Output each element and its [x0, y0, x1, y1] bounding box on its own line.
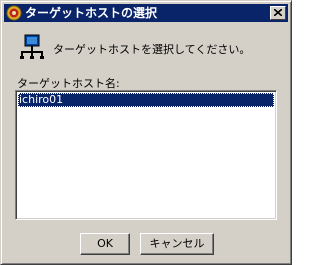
list-item[interactable]: ichiro01 [18, 93, 274, 107]
close-button[interactable] [270, 6, 286, 20]
java-app-icon [6, 5, 22, 21]
window-title: ターゲットホストの選択 [25, 6, 158, 20]
close-icon [274, 9, 282, 16]
ok-button[interactable]: OK [80, 233, 130, 255]
select-target-host-dialog: ターゲットホストの選択 ターゲットホストを選択してください。 ターゲットホスト名… [0, 0, 292, 265]
host-list-label: ターゲットホスト名: [17, 77, 120, 90]
network-host-icon [20, 34, 44, 60]
title-bar[interactable]: ターゲットホストの選択 [4, 4, 288, 22]
instruction-text: ターゲットホストを選択してください。 [53, 43, 251, 56]
cancel-button[interactable]: キャンセル [140, 233, 214, 255]
target-host-listbox[interactable]: ichiro01 [15, 90, 277, 220]
